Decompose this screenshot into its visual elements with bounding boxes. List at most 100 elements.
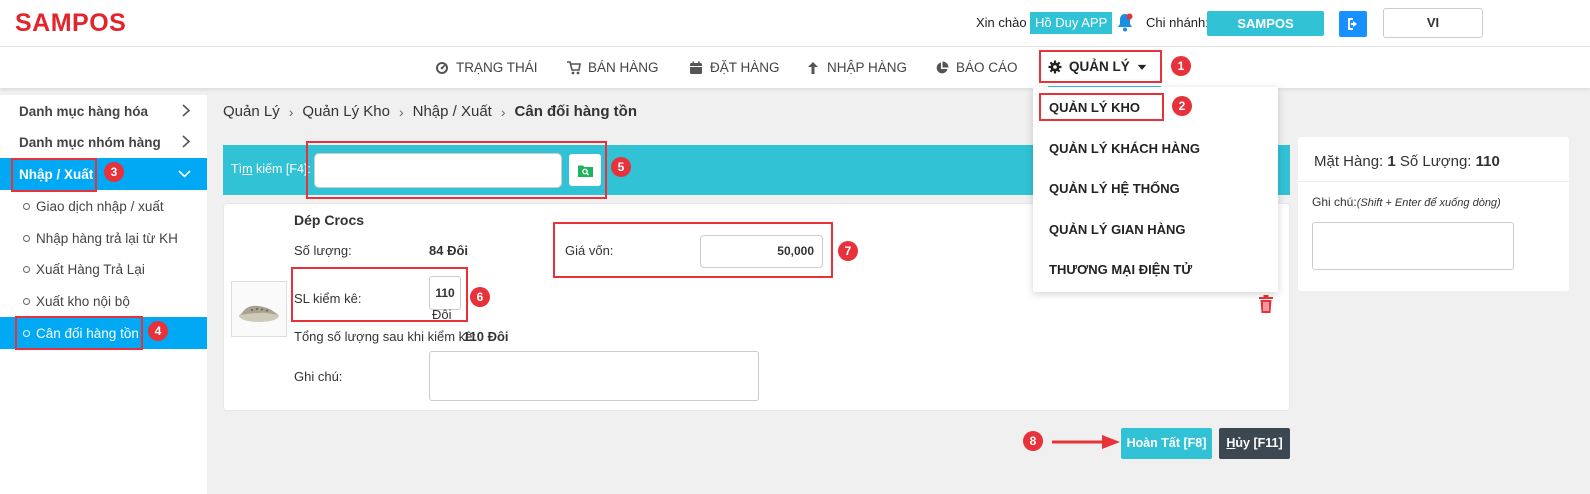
sidebar-subitem-label: Xuất Hàng Trả Lại xyxy=(36,261,145,277)
nav-item-orders[interactable]: ĐẶT HÀNG xyxy=(689,47,780,88)
manage-dropdown: QUẢN LÝ KHO QUẢN LÝ KHÁCH HÀNG QUẢN LÝ H… xyxy=(1033,87,1278,292)
product-name: Dép Crocs xyxy=(294,212,365,228)
complete-button[interactable]: Hoàn Tất [F8] xyxy=(1121,428,1212,459)
arrow-icon xyxy=(1052,435,1120,449)
breadcrumb-item[interactable]: Nhập / Xuất xyxy=(413,103,492,120)
chevron-right-icon xyxy=(182,135,191,148)
note-label: Ghi chú: xyxy=(294,369,343,384)
search-label-part: kiếm [F4]: xyxy=(252,162,311,176)
nav-item-reports[interactable]: BÁO CÁO xyxy=(935,47,1018,88)
search-label: Tìm kiếm [F4]: xyxy=(231,162,311,176)
nav-label: TRẠNG THÁI xyxy=(456,60,538,75)
language-button[interactable]: VI xyxy=(1383,8,1483,38)
logout-icon xyxy=(1348,18,1357,30)
count-label: SL kiểm kê: xyxy=(294,291,362,306)
nav-label: BÁN HÀNG xyxy=(588,60,659,75)
dashboard-icon xyxy=(436,61,448,74)
sidebar-subitem-transactions[interactable]: Giao dịch nhập / xuất xyxy=(0,190,207,222)
sidebar-subitem-label: Nhập hàng trả lại từ KH xyxy=(36,230,178,246)
search-button[interactable] xyxy=(569,154,601,186)
dropdown-item-ecommerce[interactable]: THƯƠNG MẠI ĐIỆN TỬ xyxy=(1049,262,1192,277)
product-image xyxy=(231,281,287,337)
step-badge: 2 xyxy=(1172,96,1192,116)
calendar-icon xyxy=(690,61,702,74)
circle-icon xyxy=(23,265,30,273)
chevron-right-icon: › xyxy=(398,103,404,120)
summary-items-label: Mặt Hàng: xyxy=(1314,153,1384,170)
sidebar-item-groups[interactable]: Danh mục nhóm hàng xyxy=(0,126,207,158)
breadcrumb-item[interactable]: Quản Lý xyxy=(223,103,280,120)
count-input[interactable]: 110 xyxy=(429,276,461,310)
step-badge: 3 xyxy=(104,162,124,182)
sidebar-subitem-customer-returns[interactable]: Nhập hàng trả lại từ KH xyxy=(0,222,207,254)
delete-button[interactable] xyxy=(1258,295,1274,316)
dropdown-item-warehouse[interactable]: QUẢN LÝ KHO xyxy=(1049,100,1140,115)
summary-note-text: Ghi chú: xyxy=(1312,195,1357,209)
branch-button[interactable]: SAMPOS xyxy=(1207,11,1324,36)
step-badge: 7 xyxy=(838,241,858,261)
summary-header: Mặt Hàng: 1 Số Lượng: 110 xyxy=(1298,137,1569,182)
sidebar-subitem-label: Cân đối hàng tồn xyxy=(36,325,139,341)
summary-qty-value: 110 xyxy=(1475,153,1500,170)
circle-icon xyxy=(23,329,30,337)
breadcrumb-current: Cân đối hàng tồn xyxy=(514,103,637,120)
trash-icon xyxy=(1259,295,1273,313)
search-label-underline: m xyxy=(242,162,253,176)
price-input[interactable]: 50,000 xyxy=(700,235,823,268)
search-label-part: Tì xyxy=(231,162,243,176)
cancel-button[interactable]: Hủy [F11] xyxy=(1219,428,1290,459)
chevron-right-icon xyxy=(182,104,191,117)
nav-item-sales[interactable]: BÁN HÀNG xyxy=(567,47,659,88)
sidebar-item-label: Danh mục hàng hóa xyxy=(19,103,149,119)
total-label: Tổng số lượng sau khi kiểm kê: xyxy=(294,329,476,344)
step-badge: 6 xyxy=(470,287,490,307)
qty-value: 84 Đôi xyxy=(429,243,469,258)
nav-label: ĐẶT HÀNG xyxy=(710,60,780,75)
nav-item-manage[interactable]: QUẢN LÝ xyxy=(1048,47,1161,88)
nav-item-import[interactable]: NHẬP HÀNG xyxy=(806,47,907,88)
note-textarea[interactable] xyxy=(429,351,759,401)
sidebar-subitem-inventory-balance[interactable]: Cân đối hàng tồn xyxy=(0,317,207,349)
sidebar-item-products[interactable]: Danh mục hàng hóa xyxy=(0,95,207,127)
step-badge: 8 xyxy=(1023,431,1043,451)
top-header: SAMPOS Xin chào Hồ Duy APP Chi nhánh: SA… xyxy=(0,0,1590,47)
circle-icon xyxy=(23,202,30,210)
logo[interactable]: SAMPOS xyxy=(15,9,126,38)
dropdown-item-customers[interactable]: QUẢN LÝ KHÁCH HÀNG xyxy=(1049,141,1200,156)
sidebar-subitem-label: Xuất kho nội bộ xyxy=(36,293,130,309)
step-badge: 4 xyxy=(148,321,168,341)
arrow-up-icon xyxy=(808,61,818,74)
bell-icon[interactable] xyxy=(1116,13,1136,33)
dropdown-item-system[interactable]: QUẢN LÝ HỆ THỐNG xyxy=(1049,181,1180,196)
logout-button[interactable] xyxy=(1339,11,1367,37)
nav-label: BÁO CÁO xyxy=(956,60,1018,75)
qty-label: Số lượng: xyxy=(294,243,352,258)
summary-panel: Mặt Hàng: 1 Số Lượng: 110 Ghi chú:(Shift… xyxy=(1298,137,1569,291)
pie-chart-icon xyxy=(936,61,949,73)
sidebar-subitem-supplier-returns[interactable]: Xuất Hàng Trả Lại xyxy=(0,253,207,285)
price-label: Giá vốn: xyxy=(565,243,614,258)
chevron-down-icon xyxy=(178,170,191,178)
sidebar-item-label: Danh mục nhóm hàng xyxy=(19,134,161,150)
nav-item-status[interactable]: TRẠNG THÁI xyxy=(435,47,538,88)
greeting-text: Xin chào xyxy=(976,15,1027,30)
nav-label: NHẬP HÀNG xyxy=(827,60,908,75)
circle-icon xyxy=(23,234,30,242)
summary-note-hint: (Shift + Enter để xuống dòng) xyxy=(1356,197,1501,209)
step-badge: 5 xyxy=(611,157,631,177)
breadcrumb-item[interactable]: Quản Lý Kho xyxy=(302,103,390,120)
sidebar-item-label: Nhập / Xuất xyxy=(19,166,94,182)
step-badge: 1 xyxy=(1171,56,1191,76)
sidebar-subitem-internal-export[interactable]: Xuất kho nội bộ xyxy=(0,285,207,317)
summary-note-label: Ghi chú:(Shift + Enter để xuống dòng) xyxy=(1312,195,1501,209)
summary-qty-label: Số Lượng: xyxy=(1399,153,1472,170)
breadcrumb: Quản Lý › Quản Lý Kho › Nhập / Xuất › Câ… xyxy=(223,103,637,120)
summary-note-textarea[interactable] xyxy=(1312,222,1514,270)
cancel-label: ủy [F11] xyxy=(1235,436,1283,450)
branch-label: Chi nhánh: xyxy=(1146,15,1209,30)
dropdown-item-stalls[interactable]: QUẢN LÝ GIAN HÀNG xyxy=(1049,222,1186,237)
user-badge[interactable]: Hồ Duy APP xyxy=(1030,12,1113,34)
search-input[interactable] xyxy=(314,153,562,188)
nav-label: QUẢN LÝ xyxy=(1069,59,1130,74)
total-value: 110 Đôi xyxy=(463,329,509,344)
